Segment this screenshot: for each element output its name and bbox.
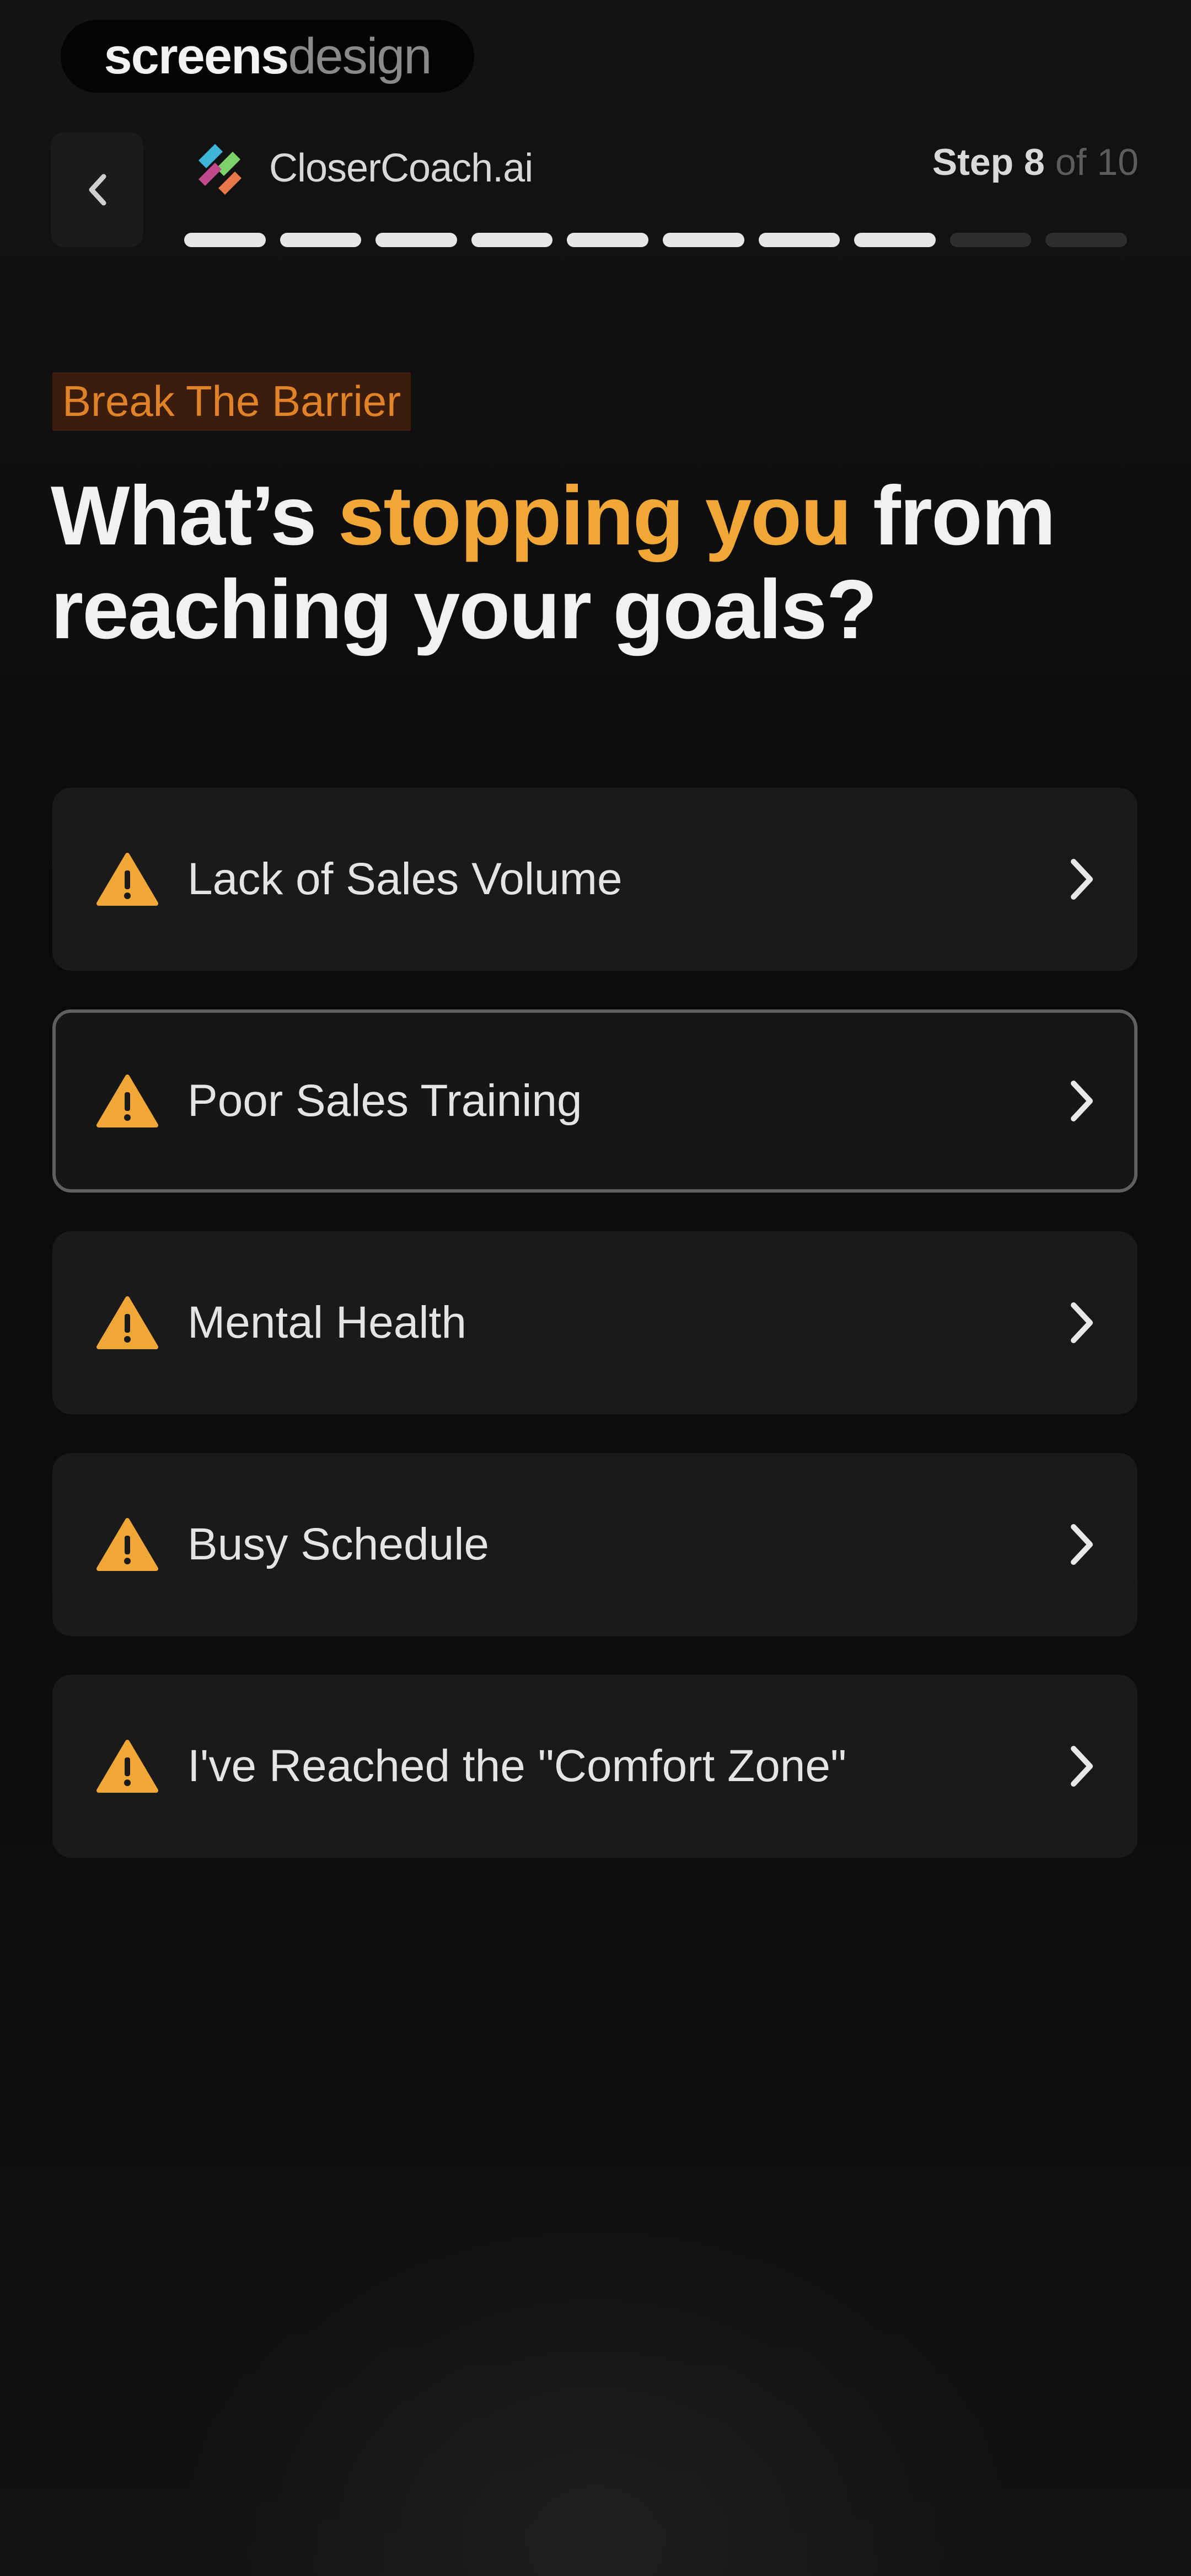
option-label: Busy Schedule — [187, 1519, 490, 1569]
option-card[interactable]: Busy Schedule — [52, 1453, 1138, 1636]
warning-icon — [96, 1296, 158, 1349]
progress-segment — [280, 233, 362, 247]
title-part-1: What’s — [51, 469, 338, 563]
option-label: Lack of Sales Volume — [187, 854, 623, 904]
option-card[interactable]: Lack of Sales Volume — [52, 788, 1138, 971]
chevron-right-icon — [1071, 1081, 1093, 1121]
chevron-right-icon — [1071, 859, 1093, 900]
onboarding-screen: screens design CloserCoach.ai Step 8 of 1… — [0, 0, 1191, 2576]
option-card[interactable]: Mental Health — [52, 1231, 1138, 1414]
screensdesign-watermark: screens design — [61, 20, 474, 93]
warning-icon — [96, 1740, 158, 1793]
progress-segment — [184, 233, 266, 247]
chevron-right-icon — [1071, 1524, 1093, 1565]
watermark-part-2: design — [288, 28, 432, 84]
page-title: What’s stopping you from reaching your g… — [51, 469, 1154, 656]
progress-bar — [184, 233, 1127, 247]
progress-segment — [1045, 233, 1127, 247]
step-current: Step 8 — [932, 141, 1045, 183]
warning-icon — [96, 1075, 158, 1127]
title-accent: stopping you — [337, 469, 852, 563]
progress-segment — [567, 233, 648, 247]
chevron-right-icon — [1071, 1302, 1093, 1343]
step-total: of 10 — [1055, 141, 1139, 183]
option-card[interactable]: Poor Sales Training — [52, 1009, 1138, 1193]
progress-segment — [375, 233, 457, 247]
back-button[interactable] — [51, 132, 143, 247]
option-label: Mental Health — [187, 1297, 466, 1348]
option-label: I've Reached the "Comfort Zone" — [187, 1741, 847, 1791]
warning-icon — [96, 1518, 158, 1571]
progress-segment — [854, 233, 936, 247]
progress-segment — [662, 233, 744, 247]
brand-name: CloserCoach.ai — [269, 146, 533, 190]
eyebrow-label: Break The Barrier — [52, 372, 411, 431]
option-label: Poor Sales Training — [187, 1076, 582, 1126]
progress-segment — [758, 233, 840, 247]
progress-segment — [471, 233, 553, 247]
chevron-right-icon — [1071, 1746, 1093, 1787]
option-card[interactable]: I've Reached the "Comfort Zone" — [52, 1675, 1138, 1858]
warning-icon — [96, 853, 158, 906]
brand: CloserCoach.ai — [186, 135, 533, 201]
step-indicator: Step 8 of 10 — [932, 141, 1139, 184]
progress-segment — [949, 233, 1032, 247]
chevron-left-icon — [89, 174, 106, 206]
watermark-part-1: screens — [104, 28, 289, 84]
option-list: Lack of Sales Volume Poor Sales Training M… — [52, 788, 1138, 1896]
closercoach-logo-icon — [198, 144, 242, 195]
